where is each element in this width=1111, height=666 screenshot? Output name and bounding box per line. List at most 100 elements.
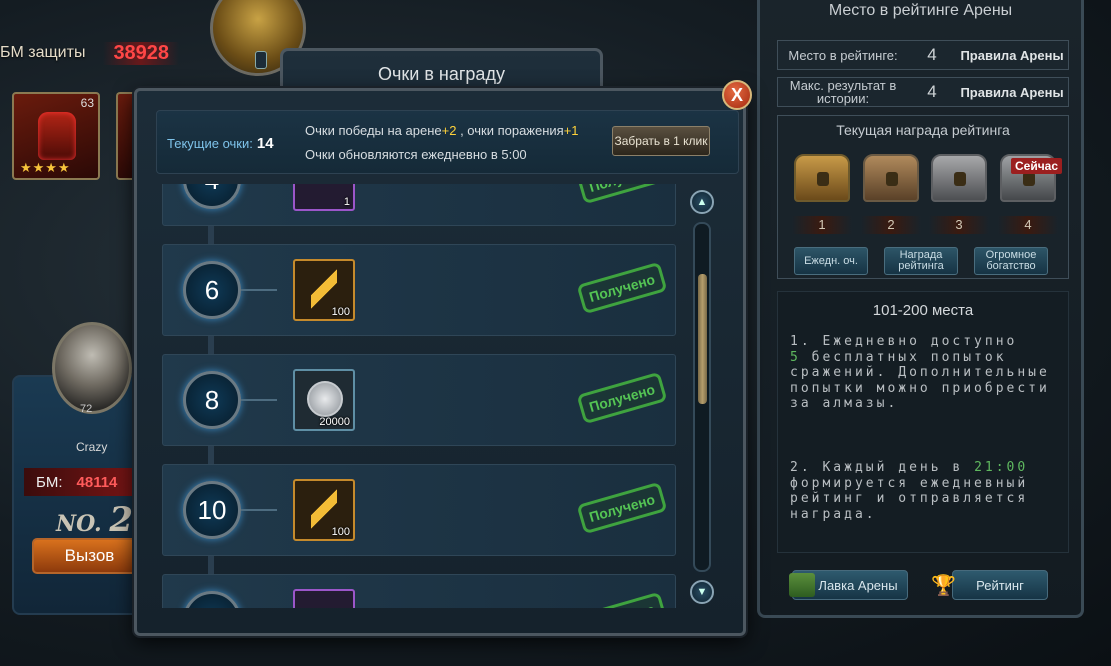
chest-silver-icon[interactable] [931,154,987,202]
reward-item[interactable]: 100 [293,479,355,541]
challenge-button[interactable]: Вызов [32,538,147,574]
points-medal: 4 [183,184,241,209]
item-count: 1 [343,196,350,208]
medal-wing [241,509,277,511]
opponent-rank-prefix: NO. [56,511,102,537]
hero-card[interactable]: 63 ★★★★ [12,92,100,180]
rules-title: 101-200 места [872,302,974,319]
opponent-bm-value: 48114 [76,473,118,491]
scroll-track[interactable] [693,222,711,572]
avatar-gem-icon [255,51,267,69]
opponent-level: 72 [80,403,93,415]
dagger-icon [311,489,337,529]
reward-item[interactable]: 20000 [293,369,355,431]
rule-2-text-b: формируется ежедневный рейтинг и отправл… [790,475,1029,522]
points-medal: 8 [183,371,241,429]
reward-item[interactable] [293,589,355,608]
rule-2: 2. Каждый день в 21:00 формируется ежедн… [790,460,1065,522]
current-badge: Сейчас [1011,158,1063,174]
hero-level: 63 [80,96,94,110]
chest-number: 1 [792,216,852,234]
reward-item[interactable]: 1 [293,184,355,211]
dagger-icon [311,269,337,309]
scroll-thumb[interactable] [698,274,707,404]
claimed-stamp: Получено [576,481,668,535]
rule-1: 1. Ежедневно доступно 5 бесплатных попыт… [790,334,1065,412]
tab-daily-points[interactable]: Ежедн. оч. [794,247,868,275]
scroll-down-icon[interactable]: ▼ [690,580,714,604]
scrollbar[interactable]: ▲ ▼ [688,186,718,608]
defense-label: БМ защиты [0,44,86,61]
best-label: Макс. результат в истории: [789,78,897,106]
tab-rank-reward[interactable]: Награда рейтинга [884,247,958,275]
rule-2-text-a: 2. Каждый день в [790,460,975,475]
chest-gold-icon[interactable] [794,154,850,202]
arena-ranking-panel: Место в рейтинге Арены Место в рейтинге:… [757,0,1084,618]
tab-huge-wealth[interactable]: Огромное богатство [974,247,1048,275]
close-icon[interactable]: X [722,80,752,110]
rank-row: Место в рейтинге: 4 Правила Арены [777,40,1069,70]
arena-shop-button[interactable]: Лавка Арены [789,570,908,600]
opponent-name: Crazy [76,440,108,454]
lock-icon [886,172,898,186]
rank-value: 4 [927,45,937,64]
rules-link[interactable]: Правила Арены [956,48,1068,63]
opponent-avatar[interactable] [52,322,132,414]
claimed-stamp: Получено [576,371,668,425]
arena-title: Место в рейтинге Арены [828,2,1013,19]
current-points: Текущие очки: 14 [167,135,274,152]
points-header: Текущие очки: 14 Очки победы на арене+2 ,… [156,110,739,174]
opponent-power: БМ: 48114 [24,468,144,496]
points-medal: 10 [183,481,241,539]
reward-item[interactable]: 100 [293,259,355,321]
trophy-icon: 🏆 [931,575,956,597]
rank-label: Место в рейтинге: [788,47,898,63]
item-count: 100 [331,306,350,318]
shop-icon [789,573,815,597]
claimed-stamp: Получено [576,184,668,205]
points-medal: 12 [183,591,241,608]
chest-bronze-icon[interactable] [863,154,919,202]
rule-1-number: 5 [790,349,801,365]
claimed-stamp: Получено [576,261,668,315]
chest-number: 3 [929,216,989,234]
win-bonus: +2 [441,123,457,138]
opponent-bm-label: БМ: [36,473,63,491]
best-value: 4 [927,82,937,101]
claim-all-button[interactable]: Забрать в 1 клик [612,126,710,156]
points-rule: Очки победы на арене+2 , очки поражения+… [305,123,579,138]
win-text: Очки победы на арене [305,123,442,138]
claimed-stamp: Получено [576,591,668,608]
list-item: 8 20000 Получено [162,354,676,446]
scroll-up-icon[interactable]: ▲ [690,190,714,214]
current-points-label: Текущие очки: [167,136,253,151]
reward-list[interactable]: 4 1 Получено 6 100 Получено 8 20000 Полу… [162,184,676,608]
silver-coin-icon [307,381,343,417]
lock-icon [817,172,829,186]
lose-bonus: +1 [563,123,579,138]
helmet-icon [38,112,76,160]
rating-label: Рейтинг [976,577,1024,593]
rating-button[interactable]: 🏆 Рейтинг [931,570,1048,600]
game-screen: { "background": { "defense_label": "БМ з… [0,0,1111,666]
rank-reward-box: Текущая награда рейтинга Сейчас 1 2 3 4 … [777,115,1069,279]
rule-2-time: 21:00 [974,460,1029,475]
lock-icon [954,172,966,186]
defense-value: 38928 [103,41,180,65]
hero-card-partial[interactable] [116,92,136,180]
reward-title: Текущая награда рейтинга [836,122,1010,138]
lose-text: , очки поражения [456,123,564,138]
rules-link-2[interactable]: Правила Арены [956,85,1068,100]
update-text: Очки обновляются ежедневно в 5:00 [305,147,527,162]
list-item: 10 100 Получено [162,464,676,556]
opponent-rank-value: 2 [109,500,133,540]
hero-stars: ★★★★ [20,160,71,175]
rule-1-text-a: 1. Ежедневно доступно [790,334,1018,349]
rule-1-text-b: бесплатных попыток сражений. Дополнитель… [790,349,1050,412]
item-count: 20000 [319,416,350,428]
rules-box: 101-200 места 1. Ежедневно доступно 5 бе… [777,291,1069,553]
defense-power: БМ защиты 38928 [0,38,200,68]
chest-number: 2 [861,216,921,234]
medal-wing [241,399,277,401]
list-item: 6 100 Получено [162,244,676,336]
